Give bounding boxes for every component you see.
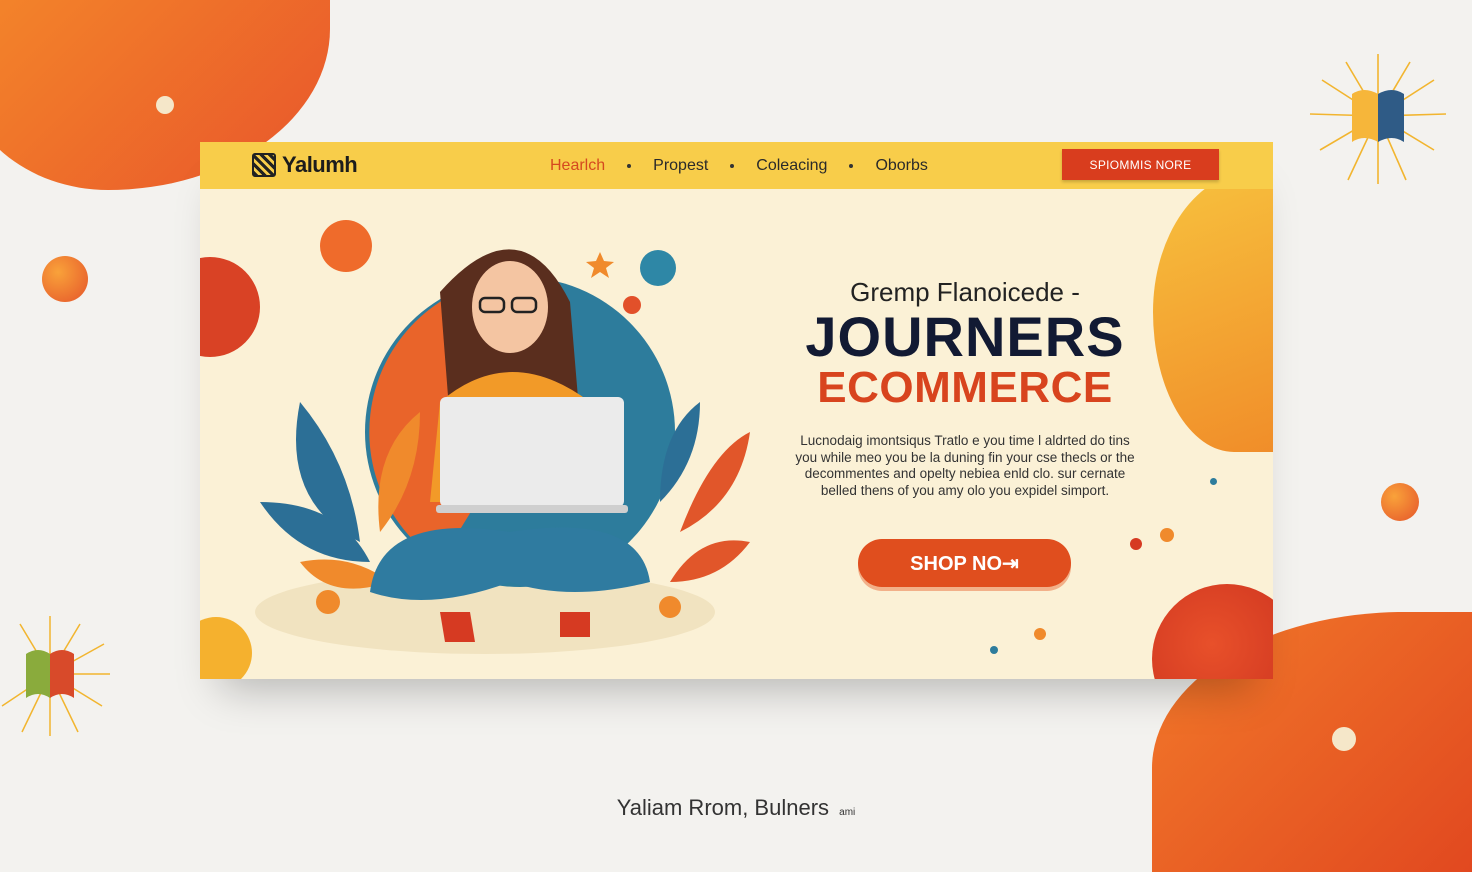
decor-dot [156,96,174,114]
navbar: Yalumh Hearlch Propest Coleacing Oborbs … [200,142,1273,189]
nav-separator [627,163,632,168]
decor-dot [1160,528,1174,542]
book-sunburst-icon [1,616,110,736]
decor-dot [1332,727,1356,751]
nav-item-propest[interactable]: Propest [643,157,718,175]
nav-menu: Hearlch Propest Coleacing Oborbs [540,142,938,189]
nav-separator [730,163,735,168]
nav-separator [849,163,854,168]
hero-description: Lucnodaig imontsiqus Tratlo e you time l… [760,433,1170,499]
hero-text: Gremp Flanoicede - JOURNERS ECOMMERCE Lu… [760,277,1170,499]
bottom-caption: Yaliam Rrom, Bulners ami [0,795,1472,821]
decor-dot [1210,478,1217,485]
description-line: you while meo you be la duning fin your … [795,449,1135,465]
nav-item-coleacing[interactable]: Coleacing [746,157,837,175]
decor-dot [42,256,88,302]
hero-title-line1: JOURNERS [805,305,1125,368]
shop-now-button[interactable]: SHOP NO⇥ [858,539,1071,587]
decor-dot [1130,538,1142,550]
decor-circle [1152,584,1273,679]
nav-item-oborbs[interactable]: Oborbs [865,157,937,175]
logo-icon [252,153,276,177]
book-sunburst-icon [1309,54,1447,184]
description-line: decommentes and opelty nebiea enld clo. … [804,466,1126,481]
hero-illustration [255,220,750,654]
caption-main: Yaliam Rrom, Bulners [616,795,830,820]
caption-small: ami [839,807,856,818]
description-line: belled thens of you amy olo you expidel … [820,482,1110,498]
top-cta-button[interactable]: SPIOMMIS NORE [1062,149,1219,180]
hero-title-line2: ECOMMERCE [817,363,1113,412]
nav-item-hearlch[interactable]: Hearlch [540,157,615,175]
decor-wave [1153,172,1273,452]
laptop-icon [440,397,624,507]
decor-dot [1034,628,1046,640]
decor-dot [1381,483,1419,521]
description-line: Lucnodaig imontsiqus Tratlo e you time l… [800,433,1130,448]
brand-name: Yalumh [282,152,358,177]
brand-logo[interactable]: Yalumh [252,152,358,178]
hero-card: Yalumh Hearlch Propest Coleacing Oborbs … [200,142,1273,679]
decor-dot [990,646,998,654]
